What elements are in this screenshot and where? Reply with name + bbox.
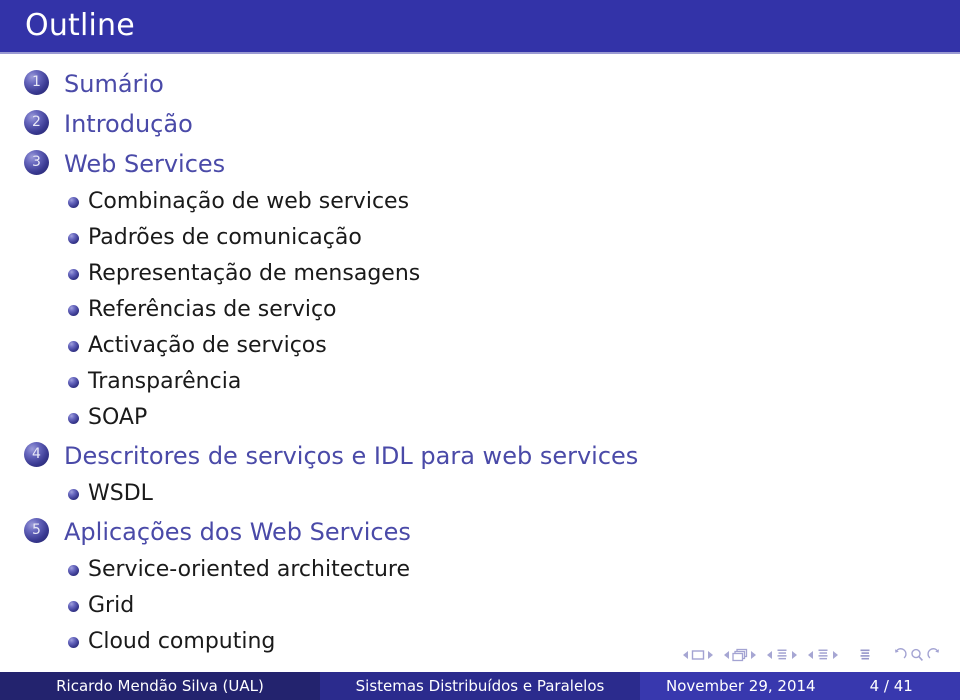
nav-group-section[interactable] [808,648,838,662]
section-number-badge: 5 [24,518,49,543]
subitem-label: WSDL [88,481,153,506]
outline-subitem[interactable]: Transparência [0,364,960,400]
subitem-label: Activação de serviços [88,333,327,358]
outline-section[interactable]: 3 Web Services [0,144,960,184]
next-section-icon[interactable] [833,651,838,659]
nav-group-frame[interactable] [724,648,756,662]
bullet-icon [68,305,79,316]
bullet-icon [68,637,79,648]
subitem-label: SOAP [88,405,148,430]
frame-stack-icon[interactable] [732,648,748,662]
previous-section-icon[interactable] [808,651,813,659]
outline-subitem[interactable]: Grid [0,588,960,624]
bullet-icon [68,197,79,208]
previous-slide-icon[interactable] [683,651,688,659]
section-number-badge: 2 [24,110,49,135]
previous-subsection-icon[interactable] [767,651,772,659]
footer-date-page: November 29, 2014 4 / 41 [640,672,960,700]
subitem-label: Service-oriented architecture [88,557,410,582]
nav-group-subsection[interactable] [767,648,797,662]
next-frame-icon[interactable] [751,651,756,659]
subitem-label: Transparência [88,369,242,394]
section-number-badge: 1 [24,70,49,95]
section-number-badge: 3 [24,150,49,175]
nav-group-history[interactable] [892,648,942,662]
footer-course-title: Sistemas Distribuídos e Paralelos [320,672,640,700]
outline-section[interactable]: 2 Introdução [0,104,960,144]
subitem-label: Representação de mensagens [88,261,421,286]
footer-page-number: 4 / 41 [869,677,913,695]
outline-subitem[interactable]: Service-oriented architecture [0,552,960,588]
outline-subitem[interactable]: Representação de mensagens [0,256,960,292]
beamer-navigation-symbols[interactable] [683,643,942,667]
bullet-icon [68,233,79,244]
outline-subitem[interactable]: Combinação de web services [0,184,960,220]
nav-group-document[interactable] [858,648,872,662]
subitem-label: Grid [88,593,135,618]
document-icon[interactable] [858,648,872,662]
bullet-icon [68,601,79,612]
subsection-icon[interactable] [775,648,789,662]
slide-content: 1 Sumário 2 Introdução 3 Web Services Combinaç… [0,54,960,654]
subitem-label: Cloud computing [88,629,276,654]
section-label: Aplicações dos Web Services [64,518,411,546]
slide-footer-bar: Ricardo Mendão Silva (UAL) Sistemas Dist… [0,672,960,700]
outline-subitem[interactable]: Padrões de comunicação [0,220,960,256]
section-label: Descritores de serviços e IDL para web s… [64,442,639,470]
outline-section[interactable]: 1 Sumário [0,64,960,104]
outline-list: 1 Sumário 2 Introdução 3 Web Services Combinaç… [0,64,960,660]
bullet-icon [68,489,79,500]
next-slide-icon[interactable] [708,651,713,659]
outline-subitem[interactable]: Referências de serviço [0,292,960,328]
forward-arrow-icon[interactable] [927,648,942,662]
page-title: Outline [25,8,135,43]
outline-section[interactable]: 4 Descritores de serviços e IDL para web … [0,436,960,476]
previous-frame-icon[interactable] [724,651,729,659]
bullet-icon [68,413,79,424]
section-number-badge: 4 [24,442,49,467]
back-arrow-icon[interactable] [892,648,907,662]
outline-subitem[interactable]: SOAP [0,400,960,436]
slide-icon[interactable] [691,649,705,661]
search-icon[interactable] [910,648,924,662]
footer-author: Ricardo Mendão Silva (UAL) [0,672,320,700]
slide-header-bar [0,0,960,52]
subitem-label: Referências de serviço [88,297,337,322]
outline-section[interactable]: 5 Aplicações dos Web Services [0,512,960,552]
section-label: Web Services [64,150,226,178]
bullet-icon [68,269,79,280]
section-label: Sumário [64,70,164,98]
subitem-label: Padrões de comunicação [88,225,362,250]
outline-subitem[interactable]: WSDL [0,476,960,512]
next-subsection-icon[interactable] [792,651,797,659]
bullet-icon [68,377,79,388]
section-icon[interactable] [816,648,830,662]
nav-group-slide[interactable] [683,649,713,661]
bullet-icon [68,565,79,576]
footer-date: November 29, 2014 [666,677,816,695]
section-label: Introdução [64,110,193,138]
outline-subitem[interactable]: Activação de serviços [0,328,960,364]
subitem-label: Combinação de web services [88,189,410,214]
bullet-icon [68,341,79,352]
